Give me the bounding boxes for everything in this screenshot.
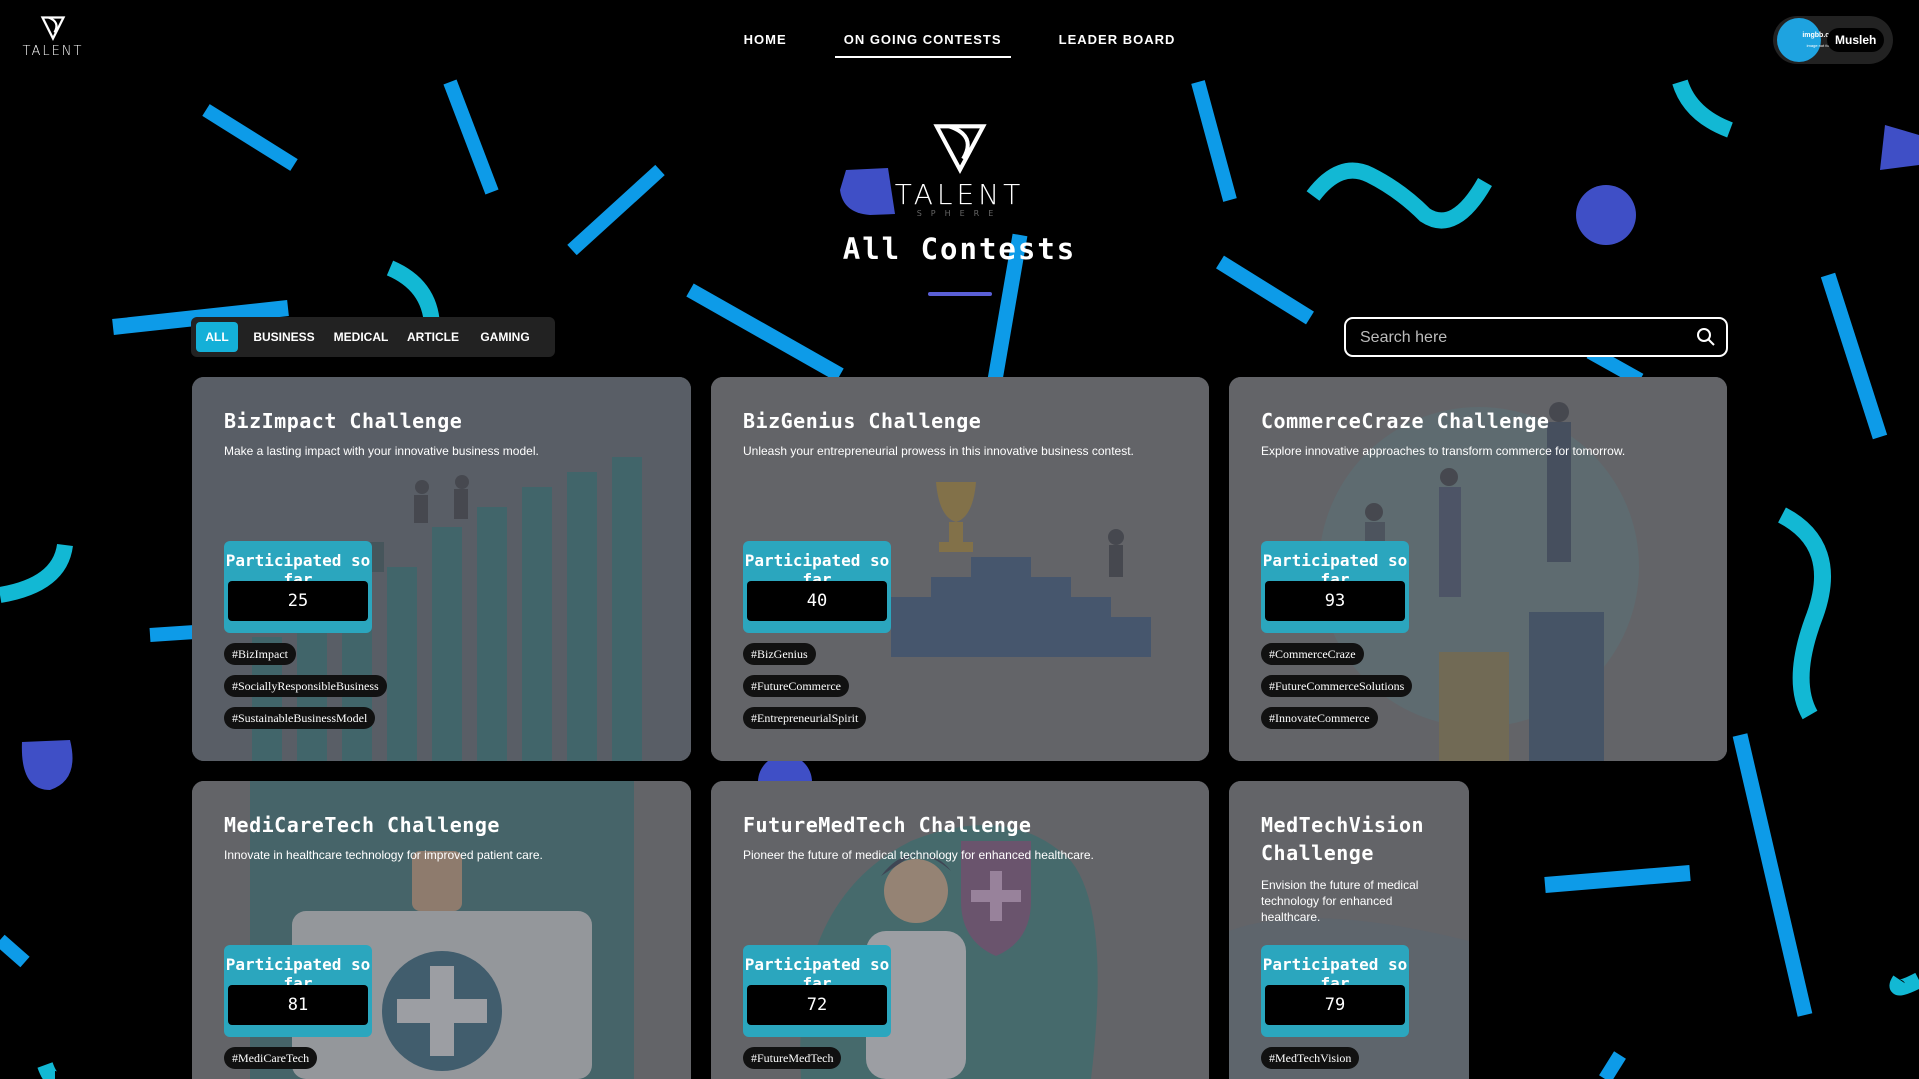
participation-box: Participated so far 81: [224, 945, 372, 1037]
user-menu[interactable]: imgbb.com image not found Musleh: [1773, 16, 1893, 64]
contest-tag[interactable]: #CommerceCraze: [1261, 643, 1364, 665]
contest-description: Innovate in healthcare technology for im…: [224, 848, 543, 862]
nav-leaderboard[interactable]: LEADER BOARD: [1050, 28, 1185, 56]
participation-box: Participated so far 79: [1261, 945, 1409, 1037]
contest-title: BizGenius Challenge: [743, 409, 982, 433]
contest-title: CommerceCraze Challenge: [1261, 409, 1550, 433]
contest-tag[interactable]: #EntrepreneurialSpirit: [743, 707, 867, 729]
contest-tag[interactable]: #FutureCommerce: [743, 675, 849, 697]
user-name: Musleh: [1827, 28, 1885, 52]
contest-card[interactable]: MedTechVision Challenge Envision the fut…: [1229, 781, 1469, 1079]
tab-gaming[interactable]: GAMING: [471, 322, 539, 352]
participation-count: 93: [1265, 581, 1405, 621]
participation-count: 81: [228, 985, 368, 1025]
contest-tag[interactable]: #FutureMedTech: [743, 1047, 842, 1069]
contest-card[interactable]: MediCareTech Challenge Innovate in healt…: [192, 781, 691, 1079]
contest-description: Unleash your entrepreneurial prowess in …: [743, 444, 1134, 458]
participation-box: Participated so far 25: [224, 541, 372, 633]
tab-article[interactable]: ARTICLE: [401, 322, 465, 352]
contest-title: BizImpact Challenge: [224, 409, 463, 433]
contest-tag[interactable]: #InnovateCommerce: [1261, 707, 1378, 729]
hero-logo: TALENT SPHERE: [0, 120, 1919, 218]
contest-title: FutureMedTech Challenge: [743, 813, 1032, 837]
main-nav: HOME ON GOING CONTESTS LEADER BOARD: [0, 28, 1919, 58]
nav-home[interactable]: HOME: [735, 28, 796, 56]
search-icon[interactable]: [1696, 327, 1716, 347]
search-input[interactable]: [1358, 319, 1682, 357]
hero-wordmark: TALENT: [894, 178, 1025, 211]
contest-card[interactable]: FutureMedTech Challenge Pioneer the futu…: [711, 781, 1209, 1079]
contest-tag[interactable]: #SociallyResponsibleBusiness: [224, 675, 387, 697]
nav-ongoing-contests[interactable]: ON GOING CONTESTS: [834, 28, 1011, 58]
tab-all[interactable]: ALL: [196, 322, 238, 352]
contest-card[interactable]: CommerceCraze Challenge Explore innovati…: [1229, 377, 1727, 761]
contest-description: Make a lasting impact with your innovati…: [224, 444, 539, 458]
contest-description: Explore innovative approaches to transfo…: [1261, 444, 1626, 458]
search-box: [1344, 317, 1728, 357]
participation-count: 40: [747, 581, 887, 621]
tab-business[interactable]: BUSINESS: [246, 322, 322, 352]
contest-tag[interactable]: #MedTechVision: [1261, 1047, 1360, 1069]
contest-tag[interactable]: #BizImpact: [224, 643, 296, 665]
avatar[interactable]: imgbb.com image not found: [1777, 18, 1840, 62]
contest-description: Envision the future of medical technolog…: [1261, 878, 1419, 924]
page-title: All Contests: [842, 232, 1077, 266]
participation-box: Participated so far 93: [1261, 541, 1409, 633]
contest-card[interactable]: BizImpact Challenge Make a lasting impac…: [192, 377, 691, 761]
category-filter: ALL BUSINESS MEDICAL ARTICLE GAMING: [191, 317, 555, 357]
contest-title: MediCareTech Challenge: [224, 813, 500, 837]
contest-title: MedTechVision Challenge: [1261, 813, 1425, 865]
title-underline: [928, 292, 992, 296]
participation-count: 25: [228, 581, 368, 621]
contest-tag[interactable]: #FutureCommerceSolutions: [1261, 675, 1413, 697]
participation-box: Participated so far 72: [743, 945, 891, 1037]
participation-box: Participated so far 40: [743, 541, 891, 633]
talent-logo-icon: [932, 124, 987, 174]
participation-count: 72: [747, 985, 887, 1025]
contest-tag[interactable]: #BizGenius: [743, 643, 816, 665]
hero-tagline: SPHERE: [916, 209, 1003, 218]
contest-description: Pioneer the future of medical technology…: [743, 848, 1094, 862]
contest-tag[interactable]: #MediCareTech: [224, 1047, 318, 1069]
contest-tag[interactable]: #SustainableBusinessModel: [224, 707, 376, 729]
tab-medical[interactable]: MEDICAL: [329, 322, 393, 352]
participation-count: 79: [1265, 985, 1405, 1025]
contest-card[interactable]: BizGenius Challenge Unleash your entrepr…: [711, 377, 1209, 761]
